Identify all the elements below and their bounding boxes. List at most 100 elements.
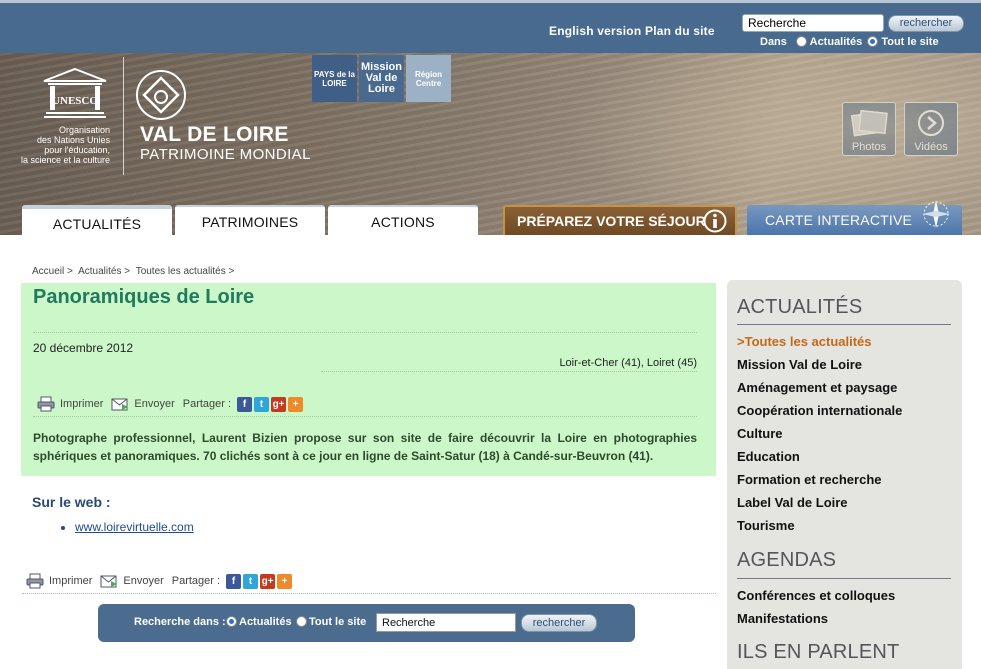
divider [33, 416, 697, 417]
tab-actions[interactable]: ACTIONS [328, 205, 478, 235]
divider [22, 593, 716, 594]
sidebar-item-formation[interactable]: Formation et recherche [737, 472, 882, 487]
article-box: Panoramiques de Loire 20 décembre 2012 L… [21, 283, 716, 476]
bottom-radio-site-label: Tout le site [309, 616, 367, 628]
printer-icon[interactable] [37, 396, 55, 412]
sidebar-item-conferences[interactable]: Conférences et colloques [737, 588, 895, 603]
sidebar-item-manifestations[interactable]: Manifestations [737, 611, 828, 626]
world-heritage-emblem-icon [136, 70, 186, 120]
divider [321, 371, 697, 372]
sidebar-item-amenagement[interactable]: Aménagement et paysage [737, 380, 897, 395]
bottom-radio-actualites-group[interactable]: Actualités [226, 616, 292, 628]
compass-icon [922, 200, 950, 228]
photos-label: Photos [851, 141, 887, 153]
sidebar-item-education[interactable]: Education [737, 449, 800, 464]
facebook-icon[interactable]: f [226, 573, 242, 589]
article-title: Panoramiques de Loire [33, 286, 255, 308]
bottom-radio-site-group[interactable]: Tout le site [296, 616, 366, 628]
sidebar-item-culture[interactable]: Culture [737, 426, 783, 441]
print-link-bottom[interactable]: Imprimer [49, 575, 92, 587]
info-icon [703, 209, 727, 233]
web-link-text[interactable]: www.loirevirtuelle.com [75, 520, 194, 534]
tab-preparez-votre-sejour[interactable]: PRÉPAREZ VOTRE SÉJOUR [503, 205, 737, 235]
print-link[interactable]: Imprimer [60, 398, 103, 410]
facebook-icon[interactable]: f [237, 396, 253, 412]
tab-actualites[interactable]: ACTUALITÉS [22, 205, 172, 235]
breadcrumb-actualites[interactable]: Actualités > [78, 266, 130, 277]
unesco-wordmark: UNESCO [52, 95, 98, 107]
send-link[interactable]: Envoyer [134, 398, 174, 410]
tab-carte-label: CARTE INTERACTIVE [765, 212, 913, 228]
sidebar-item-label[interactable]: Label Val de Loire [737, 495, 848, 510]
photos-button[interactable]: Photos [842, 102, 896, 156]
send-link-bottom[interactable]: Envoyer [123, 575, 163, 587]
search-button[interactable]: rechercher [888, 15, 964, 32]
bottom-radio-actualites-label: Actualités [239, 616, 292, 628]
breadcrumb-toutes[interactable]: Toutes les actualités > [136, 266, 235, 277]
dans-label: Dans [760, 36, 787, 48]
sidebar-heading-agendas: AGENDAS [737, 549, 837, 571]
tab-carte-interactive[interactable]: CARTE INTERACTIVE [747, 200, 962, 235]
twitter-icon[interactable]: t [243, 573, 259, 589]
share-more-icon[interactable]: + [288, 396, 304, 412]
sidebar-item-mission[interactable]: Mission Val de Loire [737, 357, 862, 372]
search-input[interactable] [742, 14, 884, 32]
tab-sejour-label: PRÉPAREZ VOTRE SÉJOUR [517, 213, 706, 229]
photos-icon [850, 109, 888, 137]
share-more-icon[interactable]: + [277, 573, 293, 589]
sidebar-rule [737, 324, 951, 325]
envelope-icon[interactable] [100, 573, 118, 589]
partner-mission-val-de-loire[interactable]: Mission Val de Loire [359, 55, 404, 102]
article-places: Loir-et-Cher (41), Loiret (45) [559, 357, 697, 369]
breadcrumb-accueil[interactable]: Accueil > [32, 266, 73, 277]
sidebar-item-cooperation[interactable]: Coopération internationale [737, 403, 902, 418]
tab-patrimoines[interactable]: PATRIMOINES [175, 205, 325, 235]
web-link[interactable]: www.loirevirtuelle.com [61, 520, 194, 534]
envelope-icon[interactable] [111, 396, 129, 412]
sidebar-rule [737, 578, 951, 579]
partner-logos: PAYS de la LOIRE Mission Val de Loire Ré… [312, 55, 451, 102]
bottom-radio-actualites[interactable] [226, 616, 237, 627]
google-plus-icon[interactable]: g+ [260, 573, 276, 589]
videos-button[interactable]: Vidéos [904, 102, 958, 156]
sidebar-item-tourisme[interactable]: Tourisme [737, 518, 795, 533]
article-body: Photographe professionnel, Laurent Bizie… [33, 431, 697, 463]
printer-icon[interactable] [26, 573, 44, 589]
banner: UNESCO Organisation des Nations Unies po… [0, 53, 981, 235]
logo-separator [123, 57, 124, 175]
sitemap-link[interactable]: Plan du site [645, 24, 715, 38]
unesco-logo-icon[interactable]: UNESCO [40, 67, 110, 119]
english-version-link[interactable]: English version [549, 24, 641, 38]
bottom-search-input[interactable] [376, 613, 516, 632]
web-section-title: Sur le web : [32, 494, 111, 510]
top-bar: English version Plan du site recherche r … [0, 0, 981, 53]
google-plus-icon[interactable]: g+ [271, 396, 287, 412]
share-toolbar: Imprimer Envoyer Partager : f t g+ + [37, 396, 305, 412]
share-label: Partager : [182, 398, 232, 410]
bottom-radio-site[interactable] [296, 616, 307, 627]
radio-actualites[interactable] [795, 36, 807, 47]
sidebar: ACTUALITÉS >Toutes les actualités Missio… [727, 280, 962, 669]
radio-site-label: Tout le site [881, 36, 939, 48]
site-subtitle: PATRIMOINE MONDIAL [140, 146, 311, 163]
bottom-search-button[interactable]: rechercher [521, 614, 597, 632]
bottom-search-label: Recherche dans : [134, 616, 226, 628]
breadcrumb: Accueil > Actualités > Toutes les actual… [32, 266, 237, 277]
play-icon [918, 110, 944, 136]
bottom-search-bar: Recherche dans : Actualités Tout le site… [98, 604, 635, 642]
sidebar-heading-ils-en-parlent: ILS EN PARLENT [737, 641, 900, 663]
sidebar-heading-actualites: ACTUALITÉS [737, 296, 863, 318]
site-title[interactable]: VAL DE LOIRE [140, 123, 289, 147]
article-date: 20 décembre 2012 [33, 341, 134, 355]
divider [33, 332, 697, 333]
search-scope: Dans Actualités Tout le site [760, 36, 939, 48]
radio-actualites-label: Actualités [809, 36, 863, 48]
partner-pays-de-la-loire[interactable]: PAYS de la LOIRE [312, 55, 357, 102]
radio-site[interactable] [867, 36, 879, 47]
sidebar-item-toutes[interactable]: >Toutes les actualités [737, 334, 872, 349]
share-toolbar-bottom: Imprimer Envoyer Partager : f t g+ + [26, 573, 294, 589]
partner-region-centre[interactable]: Région Centre [406, 55, 451, 102]
videos-label: Vidéos [914, 141, 948, 153]
twitter-icon[interactable]: t [254, 396, 270, 412]
share-label-bottom: Partager : [171, 575, 221, 587]
